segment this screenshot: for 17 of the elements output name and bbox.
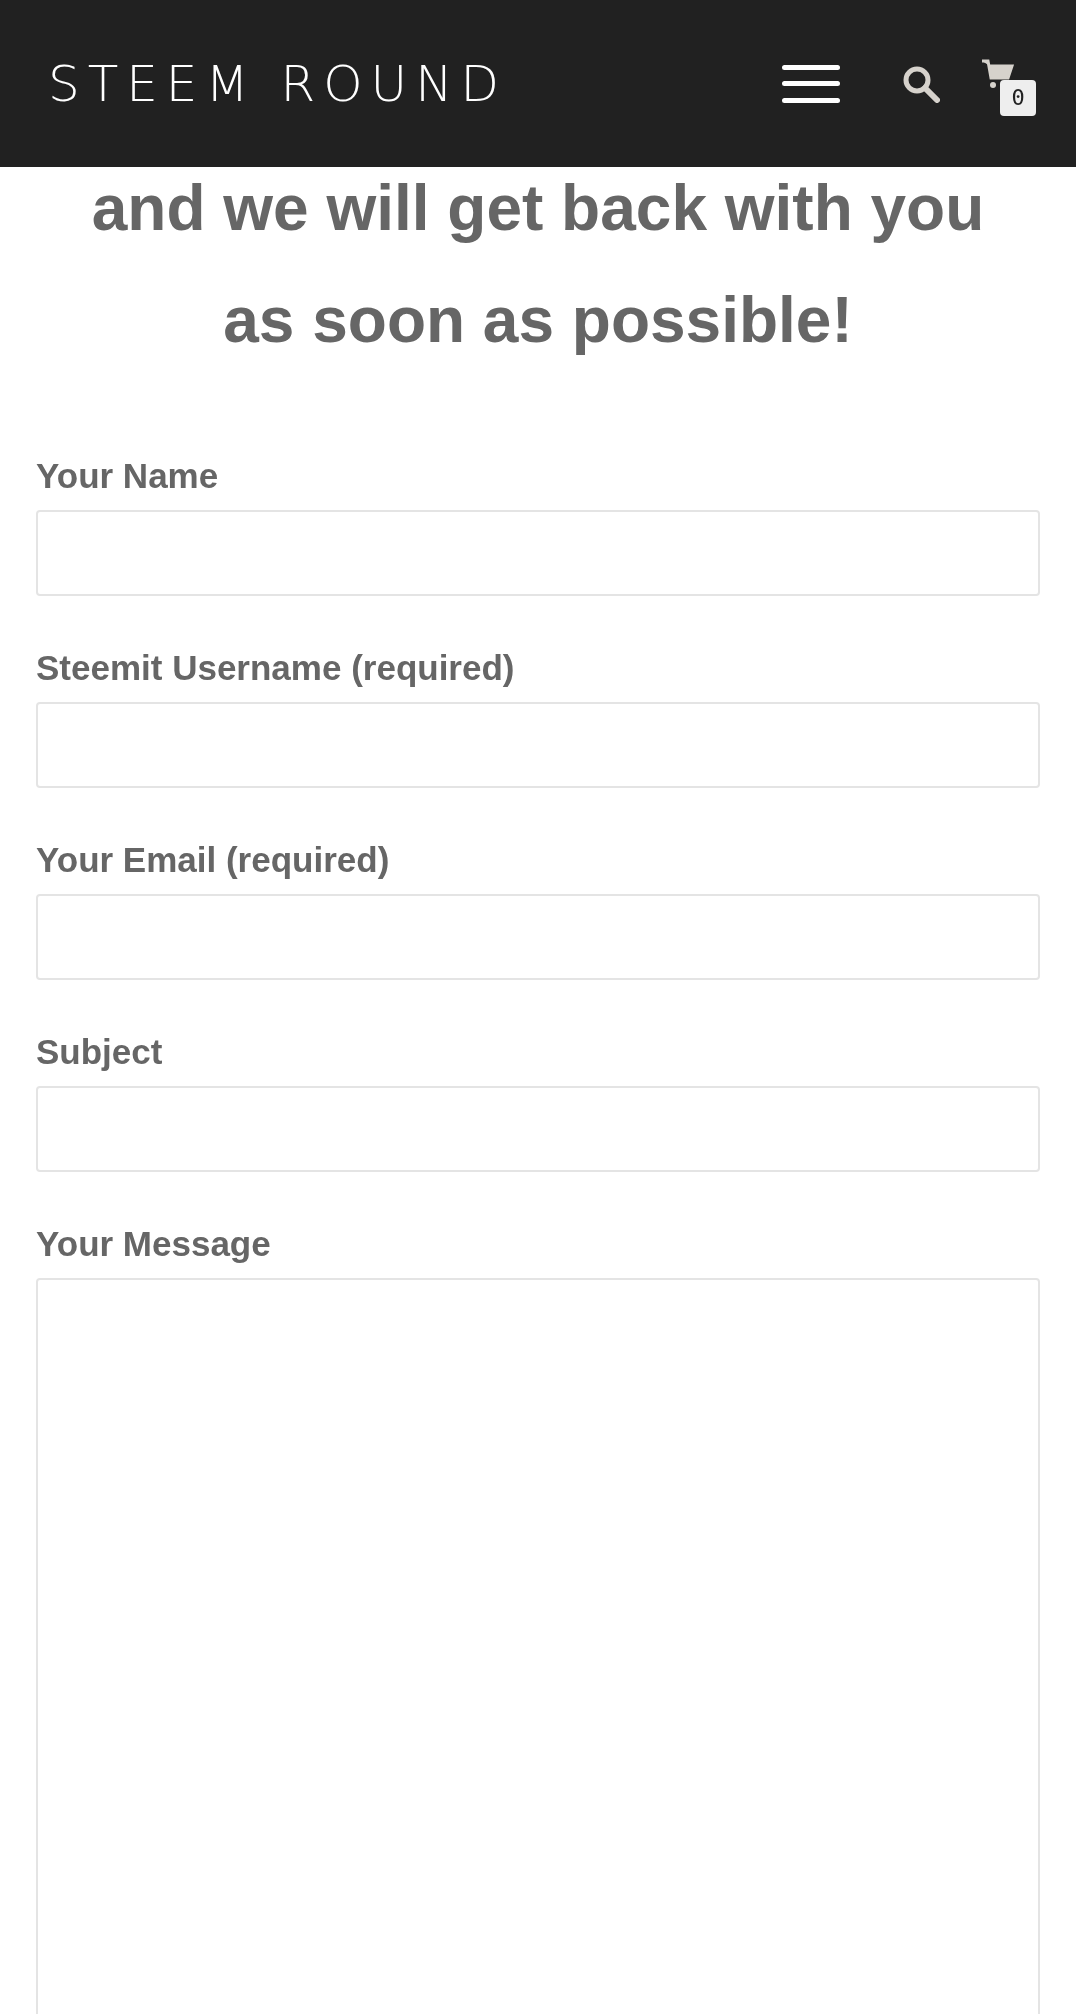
field-label: Subject	[36, 1032, 164, 1072]
input-field[interactable]	[36, 1086, 1040, 1172]
message-field[interactable]	[36, 1278, 1040, 2014]
site-logo[interactable]: STEEM ROUND	[48, 58, 508, 109]
input-field[interactable]	[36, 510, 1040, 596]
search-icon[interactable]	[902, 64, 940, 103]
field-label: Your Email (required)	[36, 840, 391, 880]
page-heading: and we will get back with you	[91, 171, 985, 246]
cart-count-badge: 0	[1000, 79, 1036, 116]
field-label: Your Message	[36, 1224, 272, 1264]
input-field[interactable]	[36, 894, 1040, 980]
field-label: Your Name	[36, 456, 220, 496]
cart-icon[interactable]	[980, 57, 1014, 90]
menu-icon[interactable]	[782, 64, 840, 103]
input-field[interactable]	[36, 702, 1040, 788]
field-label: Steemit Username (required)	[36, 648, 516, 688]
page-heading: as soon as possible!	[223, 283, 853, 358]
